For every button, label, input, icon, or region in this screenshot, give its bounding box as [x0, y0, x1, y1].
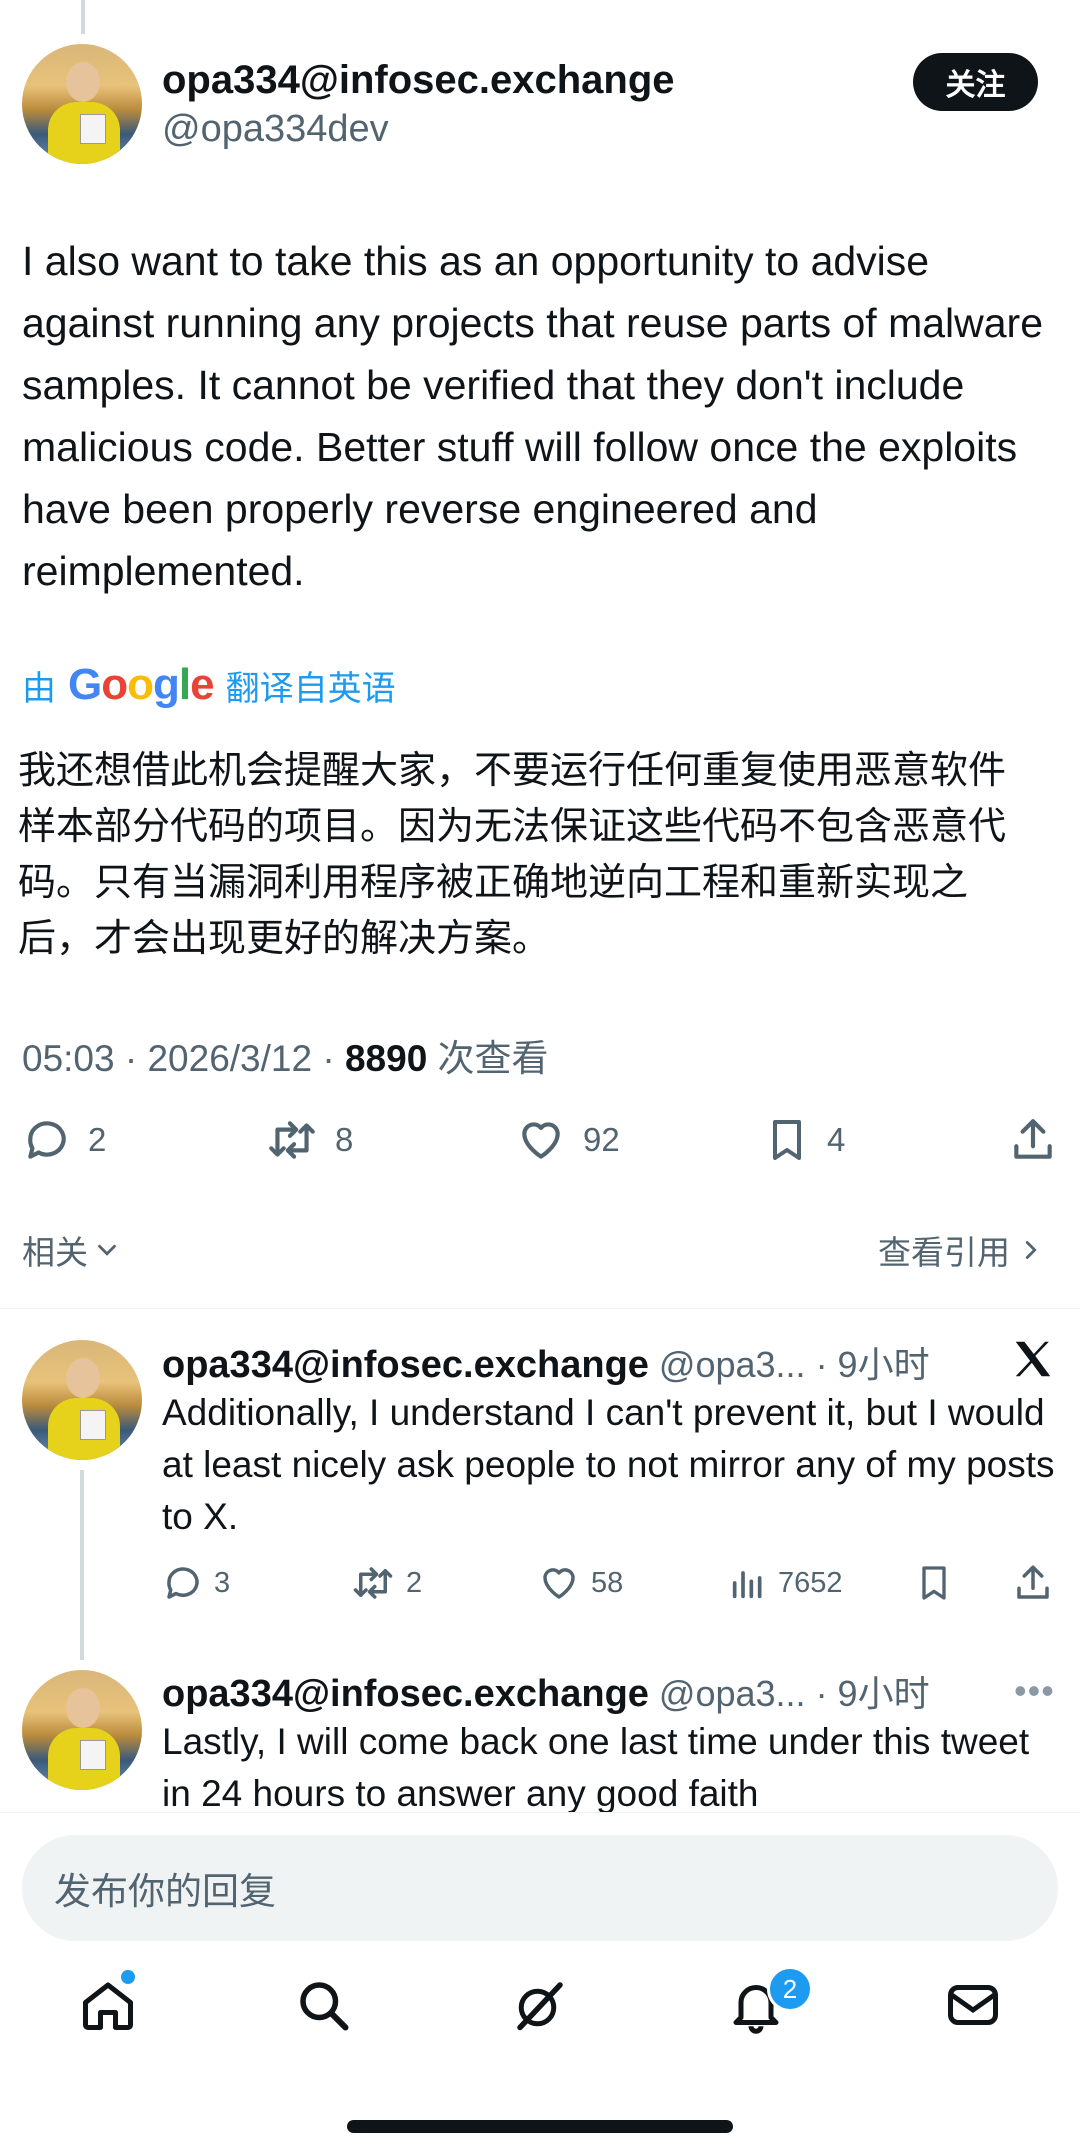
- translated-text: 我还想借此机会提醒大家，不要运行任何重复使用恶意软件样本部分代码的项目。因为无法…: [18, 750, 1007, 960]
- tweet-time[interactable]: 05:03 · 2026/3/12 ·: [22, 1038, 345, 1079]
- reply-meta: @opa3... · 9小时: [648, 1673, 930, 1714]
- share-icon: [1017, 1565, 1049, 1599]
- bookmark-icon: [922, 1566, 946, 1600]
- reply-reply-action[interactable]: 3: [162, 1562, 230, 1604]
- view-count: 8890: [344, 1038, 428, 1079]
- grok-icon: [517, 1982, 563, 2031]
- translate-suffix: 翻译自英语: [225, 669, 396, 708]
- comment-icon: [28, 1121, 66, 1159]
- like-count: 92: [583, 1121, 620, 1158]
- reply-input[interactable]: 发布你的回复: [22, 1835, 1058, 1941]
- reply-like-count: 58: [591, 1566, 624, 1599]
- heart-icon: [543, 1568, 575, 1599]
- comment-icon: [167, 1567, 199, 1599]
- retweet-action[interactable]: 8: [265, 1115, 353, 1165]
- chevron-down-icon: [98, 1244, 116, 1256]
- view-label: 次查看: [427, 1038, 549, 1079]
- tab-grok[interactable]: [510, 1975, 570, 2035]
- author-name[interactable]: opa334@infosec.exchange: [162, 58, 675, 103]
- reply-view-count: 7652: [778, 1566, 843, 1599]
- reply-avatar[interactable]: [22, 1340, 142, 1460]
- bookmark-action[interactable]: 4: [763, 1115, 845, 1165]
- reply-author-name[interactable]: opa334@infosec.exchange: [162, 1344, 649, 1386]
- reply-reply-count: 3: [214, 1566, 231, 1599]
- like-action[interactable]: 92: [515, 1115, 620, 1165]
- reply-action[interactable]: 2: [22, 1115, 106, 1165]
- thread-line: [80, 1470, 84, 1660]
- translate-prefix: 由: [22, 669, 56, 708]
- retweet-count: 8: [335, 1121, 354, 1158]
- reply-views-action[interactable]: 7652: [728, 1562, 843, 1604]
- tab-messages[interactable]: [943, 1975, 1003, 2035]
- more-icon[interactable]: •••: [1014, 1670, 1055, 1712]
- share-icon: [1014, 1119, 1052, 1159]
- reply-retweet-action[interactable]: 2: [350, 1562, 422, 1604]
- related-label: 相关: [22, 1234, 88, 1271]
- home-unread-dot: [121, 1970, 135, 1984]
- related-dropdown[interactable]: 相关: [22, 1226, 122, 1274]
- author-handle[interactable]: @opa334dev: [162, 108, 389, 151]
- reply-header: opa334@infosec.exchange @opa3... · 9小时: [162, 1336, 930, 1388]
- reply-count: 2: [88, 1121, 107, 1158]
- divider: [0, 1308, 1080, 1309]
- tweet-text: I also want to take this as an opportuni…: [22, 238, 1043, 594]
- reply-header: opa334@infosec.exchange @opa3... · 9小时: [162, 1665, 930, 1717]
- translation-source: 由 Google 翻译自英语: [22, 660, 396, 710]
- reply-bookmark-button[interactable]: [914, 1562, 954, 1609]
- tweet-meta: 05:03 · 2026/3/12 · 8890 次查看: [22, 1028, 549, 1082]
- tab-search[interactable]: [293, 1975, 353, 2035]
- thread-line-top: [81, 0, 85, 34]
- view-quotes-label: 查看引用: [878, 1234, 1010, 1271]
- mail-icon: [948, 1985, 998, 2025]
- chevron-right-icon: [1025, 1241, 1037, 1259]
- search-icon: [300, 1982, 349, 2031]
- follow-button[interactable]: 关注: [913, 53, 1038, 111]
- reply-share-button[interactable]: [1012, 1562, 1054, 1609]
- tab-home[interactable]: [78, 1975, 138, 2035]
- views-icon: [732, 1571, 762, 1599]
- reply-meta: @opa3... · 9小时: [648, 1344, 930, 1385]
- share-button[interactable]: [1008, 1115, 1058, 1170]
- bookmark-count: 4: [827, 1121, 846, 1158]
- reply-author-name[interactable]: opa334@infosec.exchange: [162, 1673, 649, 1715]
- reply-like-action[interactable]: 58: [537, 1562, 623, 1604]
- avatar[interactable]: [22, 44, 142, 164]
- retweet-icon: [269, 1121, 315, 1159]
- reply-avatar[interactable]: [22, 1670, 142, 1790]
- view-quotes-link[interactable]: 查看引用: [878, 1226, 1046, 1274]
- reply-text: Lastly, I will come back one last time u…: [162, 1721, 1030, 1812]
- heart-icon: [522, 1122, 560, 1159]
- notifications-badge: 2: [767, 1966, 813, 2012]
- home-indicator[interactable]: [347, 2120, 733, 2133]
- google-logo: Google: [68, 660, 215, 709]
- reply-text: Additionally, I understand I can't preve…: [162, 1392, 1055, 1537]
- reply-retweet-count: 2: [406, 1566, 423, 1599]
- x-logo-icon: [1010, 1336, 1056, 1387]
- retweet-icon: [353, 1567, 393, 1599]
- reply-placeholder: 发布你的回复: [54, 1871, 276, 1912]
- bookmark-icon: [773, 1120, 801, 1160]
- home-icon: [83, 1982, 133, 2030]
